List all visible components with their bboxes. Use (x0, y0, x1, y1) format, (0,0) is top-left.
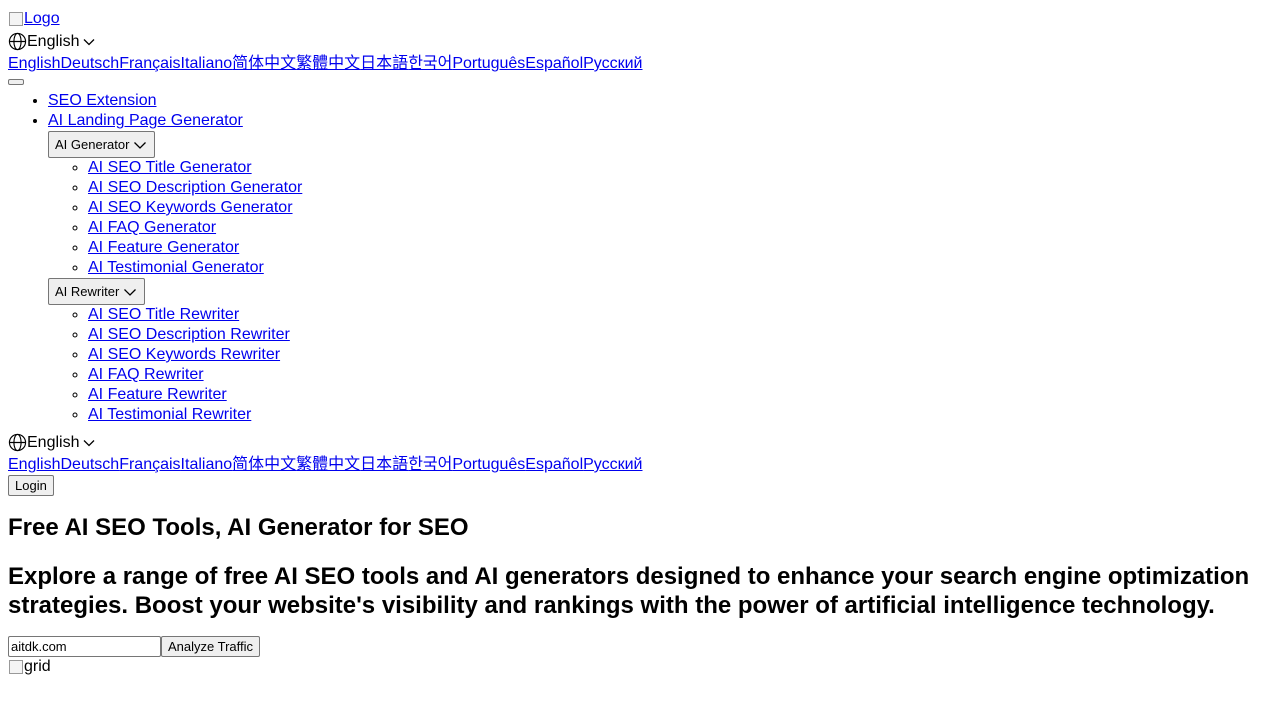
chevron-down-icon (84, 38, 95, 45)
menu-toggle-button[interactable] (8, 79, 24, 85)
menu-item: AI Feature Generator (88, 238, 1272, 258)
language-switcher[interactable]: English (8, 30, 1272, 53)
language-link[interactable]: 日本語 (360, 456, 408, 473)
chevron-down-icon (124, 288, 137, 296)
menu-link[interactable]: AI SEO Keywords Generator (88, 199, 293, 216)
language-current: English (27, 33, 80, 50)
language-link[interactable]: Português (452, 456, 525, 473)
chevron-down-icon (134, 141, 147, 149)
nav-dropdowns: AI Generator AI SEO Title Generator AI S… (8, 131, 1272, 425)
language-list: EnglishDeutschFrançaisItaliano简体中文繁體中文日本… (8, 53, 1272, 74)
menu-link[interactable]: AI FAQ Generator (88, 219, 216, 236)
menu-item: AI SEO Keywords Rewriter (88, 345, 1272, 365)
language-link[interactable]: Español (525, 456, 583, 473)
language-link[interactable]: Русский (583, 55, 642, 72)
language-link[interactable]: English (8, 456, 60, 473)
menu-item: AI Testimonial Generator (88, 258, 1272, 278)
language-link[interactable]: Italiano (181, 456, 233, 473)
globe-icon (8, 433, 27, 452)
menu-item: AI SEO Keywords Generator (88, 198, 1272, 218)
language-link[interactable]: English (8, 55, 60, 72)
language-link[interactable]: Deutsch (60, 456, 119, 473)
language-link[interactable]: Español (525, 55, 583, 72)
menu-link[interactable]: AI SEO Keywords Rewriter (88, 346, 280, 363)
menu-link[interactable]: AI Testimonial Generator (88, 259, 264, 276)
login-button[interactable]: Login (8, 475, 54, 496)
page-subtitle: Explore a range of free AI SEO tools and… (8, 563, 1250, 619)
language-link[interactable]: 한국어 (408, 456, 452, 473)
logo-row: Logo (8, 8, 1272, 30)
domain-input[interactable] (8, 636, 161, 657)
menu-link[interactable]: AI SEO Description Generator (88, 179, 302, 196)
language-link[interactable]: Português (452, 55, 525, 72)
menu-link[interactable]: AI SEO Description Rewriter (88, 326, 290, 343)
menu-item: AI Feature Rewriter (88, 385, 1272, 405)
menu-link[interactable]: AI Feature Generator (88, 239, 239, 256)
grid-alt-text: grid (24, 658, 51, 675)
menu-item: AI SEO Title Rewriter (88, 305, 1272, 325)
logo-alt-text: Logo (24, 10, 60, 27)
globe-icon (8, 32, 27, 51)
language-link[interactable]: Русский (583, 456, 642, 473)
nav-item: AI Landing Page Generator (48, 111, 1272, 131)
menu-link[interactable]: AI FAQ Rewriter (88, 366, 204, 383)
language-link[interactable]: Français (119, 55, 180, 72)
ai-generator-dropdown-button[interactable]: AI Generator (48, 131, 156, 158)
page-title: Free AI SEO Tools, AI Generator for SEO (8, 514, 469, 541)
ai-rewriter-label: AI Rewriter (55, 284, 120, 299)
language-link[interactable]: 简体中文 (232, 456, 296, 473)
main-nav: SEO Extension AI Landing Page Generator (8, 91, 1272, 131)
language-link[interactable]: Français (119, 456, 180, 473)
language-link[interactable]: 한국어 (408, 55, 452, 72)
menu-link[interactable]: AI SEO Title Rewriter (88, 306, 239, 323)
analyze-traffic-button[interactable]: Analyze Traffic (161, 636, 261, 657)
ai-rewriter-menu: AI SEO Title Rewriter AI SEO Description… (48, 305, 1272, 425)
menu-link[interactable]: AI SEO Title Generator (88, 159, 252, 176)
menu-link[interactable]: AI Testimonial Rewriter (88, 406, 251, 423)
page: Logo English EnglishDeutschFrançaisItali… (0, 0, 1280, 685)
language-link[interactable]: 繁體中文 (296, 456, 360, 473)
language-list: EnglishDeutschFrançaisItaliano简体中文繁體中文日本… (8, 454, 1272, 475)
broken-image-icon (8, 659, 24, 675)
menu-item: AI Testimonial Rewriter (88, 405, 1272, 425)
menu-item: AI SEO Title Generator (88, 158, 1272, 178)
chevron-down-icon (84, 439, 95, 446)
analyze-form: Analyze Traffic (8, 636, 1272, 657)
nav-link-landing-page-generator[interactable]: AI Landing Page Generator (48, 112, 243, 129)
language-link[interactable]: Deutsch (60, 55, 119, 72)
broken-image-icon (8, 11, 24, 27)
language-link[interactable]: 日本語 (360, 55, 408, 72)
nav-link-seo-extension[interactable]: SEO Extension (48, 92, 157, 109)
ai-generator-label: AI Generator (55, 137, 130, 152)
language-current: English (27, 434, 80, 451)
ai-rewriter-dropdown-button[interactable]: AI Rewriter (48, 278, 146, 305)
language-link[interactable]: 简体中文 (232, 55, 296, 72)
language-switcher[interactable]: English (8, 431, 1272, 454)
menu-item: AI SEO Description Rewriter (88, 325, 1272, 345)
grid-image: grid (8, 657, 1272, 677)
menu-item: AI SEO Description Generator (88, 178, 1272, 198)
menu-item: AI FAQ Rewriter (88, 365, 1272, 385)
language-link[interactable]: 繁體中文 (296, 55, 360, 72)
menu-item: AI FAQ Generator (88, 218, 1272, 238)
ai-generator-menu: AI SEO Title Generator AI SEO Descriptio… (48, 158, 1272, 278)
nav-item: SEO Extension (48, 91, 1272, 111)
logo-link[interactable]: Logo (8, 8, 60, 30)
menu-link[interactable]: AI Feature Rewriter (88, 386, 227, 403)
language-link[interactable]: Italiano (181, 55, 233, 72)
